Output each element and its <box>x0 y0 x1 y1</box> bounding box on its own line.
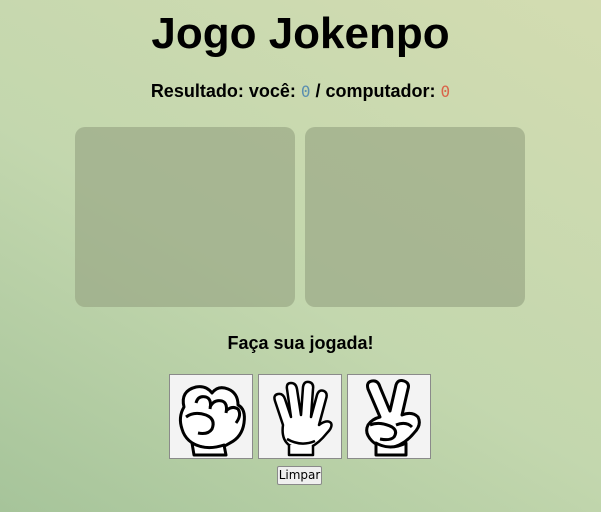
computer-score: 0 <box>440 82 451 101</box>
score-separator: / computador: <box>315 81 436 101</box>
score-label: Resultado: você: <box>150 81 296 101</box>
peace-hand-icon <box>365 378 421 456</box>
player-score: 0 <box>300 82 311 101</box>
scissors-button[interactable] <box>347 374 431 459</box>
player-choice-panel <box>75 127 295 307</box>
rock-button[interactable] <box>169 374 253 459</box>
page-title: Jogo Jokenpo <box>151 9 450 58</box>
fist-hand-icon <box>178 384 246 456</box>
paper-button[interactable] <box>258 374 342 459</box>
score-line: Resultado: você: 0 / computador: 0 <box>0 80 601 103</box>
open-hand-icon <box>273 380 333 456</box>
clear-button[interactable]: Limpar <box>277 466 322 485</box>
choice-buttons <box>169 374 431 461</box>
play-prompt: Faça sua jogada! <box>227 333 374 353</box>
computer-choice-panel <box>305 127 525 307</box>
